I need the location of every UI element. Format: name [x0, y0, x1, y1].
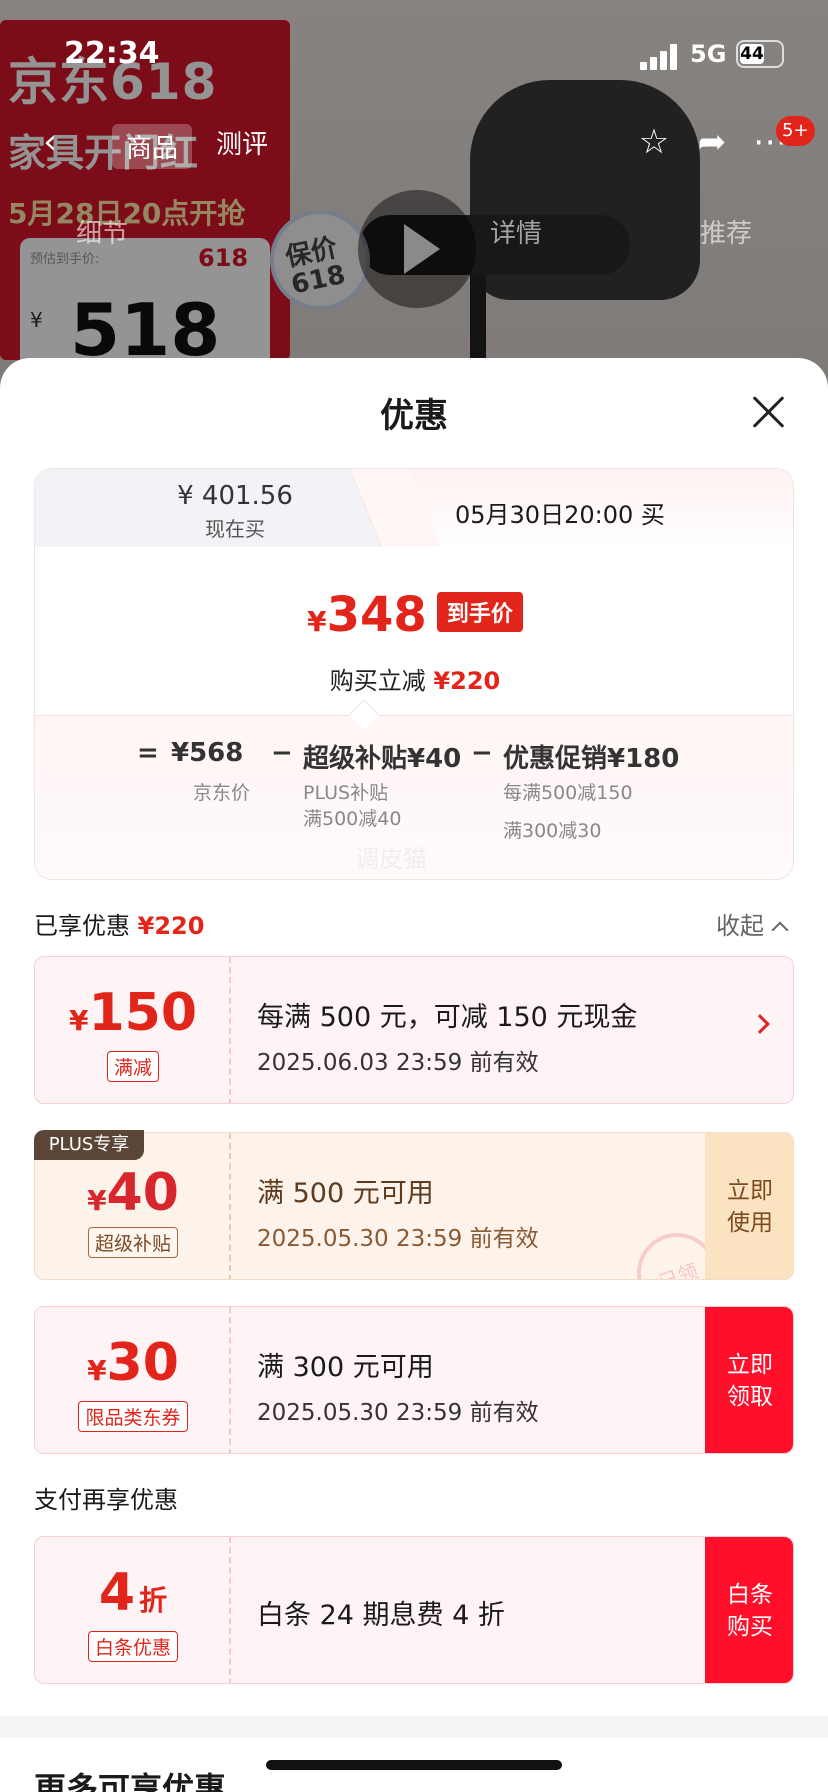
- coupon-full-reduction[interactable]: ¥150 满减 每满 500 元，可减 150 元现金 2025.06.03 2…: [34, 956, 794, 1104]
- coupon-validity: 2025.05.30 23:59 前有效: [257, 1226, 539, 1252]
- subsidy-sub-2: 满500减40: [303, 808, 402, 830]
- coupon-type-tag: 限品类东券: [78, 1401, 188, 1432]
- plus-exclusive-tag: PLUS专享: [34, 1130, 144, 1160]
- coupon-description: 满 300 元可用: [257, 1352, 434, 1383]
- final-price-panel: ¥348 到手价 购买立减 ¥220: [35, 547, 793, 715]
- super-subsidy: 超级补贴¥40: [303, 744, 462, 774]
- baitiao-buy-label: 白条 购买: [727, 1582, 773, 1640]
- coupon-category[interactable]: ¥30 限品类东券 满 300 元可用 2025.05.30 23:59 前有效…: [34, 1306, 794, 1454]
- use-now-label: 立即 使用: [727, 1178, 773, 1236]
- network-label: 5G: [690, 40, 727, 68]
- coupon-amount: 4折: [35, 1563, 231, 1623]
- coupon-plus-subsidy[interactable]: ¥40 超级补贴 满 500 元可用 2025.05.30 23:59 前有效 …: [34, 1132, 794, 1280]
- saving-label: 购买立减: [329, 667, 426, 695]
- coupon-description: 每满 500 元，可减 150 元现金: [257, 1002, 638, 1033]
- enjoyed-discount-heading: 已享优惠 ¥220: [34, 906, 204, 941]
- coupon-validity: 2025.06.03 23:59 前有效: [257, 1050, 539, 1076]
- battery-level: 44: [740, 44, 764, 64]
- tab-review[interactable]: 测评: [216, 124, 268, 161]
- tab-buy-later[interactable]: 05月30日20:00 买: [395, 469, 793, 547]
- home-indicator[interactable]: [266, 1760, 562, 1770]
- coupon-type-tag: 满减: [106, 1051, 159, 1082]
- enjoyed-label: 已享优惠: [34, 912, 130, 940]
- promo-discount: 优惠促销¥180: [503, 744, 680, 774]
- cart-count-badge: 5+: [776, 116, 815, 146]
- product-nav: ‹ 商品 测评 ☆ ➦ ⋯ 5+: [0, 110, 828, 190]
- payment-discount-heading: 支付再享优惠: [34, 1486, 178, 1514]
- minus-sign-2: −: [471, 738, 493, 768]
- watermark-text: 调皮猫: [355, 845, 427, 873]
- coupon-value: 4: [98, 1563, 136, 1623]
- coupon-baitiao[interactable]: 4折 白条优惠 白条 24 期息费 4 折 白条 购买: [34, 1536, 794, 1684]
- enjoyed-value: ¥220: [137, 912, 205, 940]
- coupon-description: 满 500 元可用: [257, 1178, 434, 1209]
- more-discounts-heading: 更多可享优惠: [34, 1770, 227, 1792]
- subsidy-sub-1: PLUS补贴: [303, 782, 389, 804]
- coupon-validity: 2025.05.30 23:59 前有效: [257, 1400, 539, 1426]
- buy-later-label: 05月30日20:00 买: [455, 501, 665, 529]
- final-price: ¥348 到手价: [35, 587, 793, 643]
- discount-sheet: 优惠 ¥ 401.56 现在买 05月30日20:00 买 ¥348 到手价 购买…: [0, 358, 828, 1792]
- coupon-amount-panel: ¥30 限品类东券: [35, 1307, 231, 1453]
- promo-sub-2: 满300减30: [503, 820, 602, 842]
- product-sub-tabs: 细节 详情 推荐: [0, 195, 828, 265]
- instant-saving: 购买立减 ¥220: [35, 661, 793, 696]
- claim-now-label: 立即 领取: [727, 1352, 773, 1410]
- status-time: 22:34: [64, 36, 160, 71]
- minus-sign-1: −: [271, 738, 293, 768]
- jd-price-label: 京东价: [193, 782, 251, 804]
- saving-value: ¥220: [433, 667, 501, 695]
- back-icon[interactable]: ‹: [30, 122, 70, 162]
- coupon-value: 150: [88, 983, 198, 1043]
- subtab-detail[interactable]: 细节: [76, 213, 128, 250]
- final-price-value: 348: [326, 587, 427, 643]
- status-bar: 22:34 5G 44: [0, 30, 828, 80]
- price-comparison-box: ¥ 401.56 现在买 05月30日20:00 买 ¥348 到手价 购买立减 …: [34, 468, 794, 880]
- equals-sign: =: [137, 738, 159, 768]
- coupon-amount-panel: ¥150 满减: [35, 957, 231, 1103]
- sheet-title: 优惠: [380, 396, 448, 436]
- coupon-currency: ¥: [68, 1004, 89, 1037]
- chevron-right-icon[interactable]: [750, 1014, 770, 1034]
- section-divider: [0, 1716, 828, 1738]
- coupon-unit: 折: [139, 1584, 168, 1617]
- signal-icon: [640, 44, 682, 70]
- battery-icon: 44: [736, 40, 784, 68]
- promo-sub-1: 每满500减150: [503, 782, 633, 804]
- baitiao-buy-button[interactable]: 白条 购买: [705, 1537, 793, 1683]
- collapse-button[interactable]: 收起: [716, 906, 789, 941]
- coupon-amount: ¥40: [35, 1163, 231, 1223]
- use-now-button[interactable]: 立即 使用: [705, 1133, 793, 1279]
- coupon-amount-panel: 4折 白条优惠: [35, 1537, 231, 1683]
- share-icon[interactable]: ➦: [692, 122, 732, 162]
- coupon-type-tag: 超级补贴: [87, 1227, 178, 1258]
- tab-product[interactable]: 商品: [112, 124, 193, 169]
- coupon-currency: ¥: [87, 1354, 107, 1387]
- coupon-amount: ¥150: [35, 983, 231, 1043]
- subtab-info[interactable]: 详情: [490, 213, 542, 250]
- jd-price: ¥568: [171, 738, 244, 768]
- final-price-currency: ¥: [307, 605, 327, 638]
- coupon-value: 40: [106, 1163, 179, 1223]
- favorite-star-icon[interactable]: ☆: [634, 122, 674, 162]
- subtab-recommend[interactable]: 推荐: [700, 213, 752, 250]
- close-icon[interactable]: [750, 394, 786, 430]
- claim-now-button[interactable]: 立即 领取: [705, 1307, 793, 1453]
- coupon-type-tag: 白条优惠: [87, 1631, 178, 1662]
- coupon-value: 30: [106, 1333, 179, 1393]
- collapse-label: 收起: [716, 912, 764, 940]
- final-price-tag: 到手价: [436, 592, 523, 632]
- chevron-up-icon: [771, 921, 789, 939]
- coupon-amount: ¥30: [35, 1333, 231, 1393]
- coupon-currency: ¥: [87, 1184, 107, 1217]
- coupon-description: 白条 24 期息费 4 折: [257, 1600, 505, 1631]
